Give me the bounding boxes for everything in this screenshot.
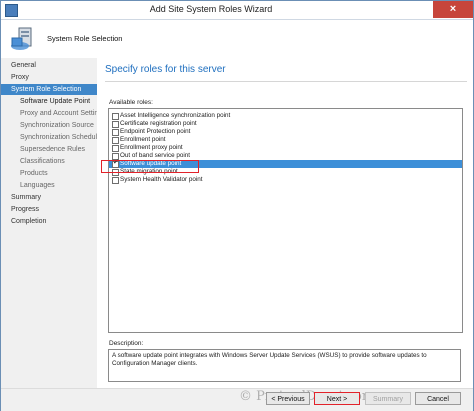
nav-item-languages[interactable]: Languages (1, 180, 97, 191)
nav-item-sync-schedule[interactable]: Synchronization Schedule (1, 132, 97, 143)
role-label: Certificate registration point (120, 120, 197, 127)
header-title: System Role Selection (47, 34, 123, 43)
role-label: System Health Validator point (120, 176, 203, 183)
content-pane: Specify roles for this server Available … (97, 58, 473, 388)
role-item-enrollment-proxy[interactable]: Enrollment proxy point (109, 144, 462, 152)
role-label: Enrollment proxy point (120, 144, 183, 151)
role-item-system-health-validator[interactable]: System Health Validator point (109, 176, 462, 184)
wizard-footer: © PrajwalDesai.com < Previous Next > Sum… (1, 388, 473, 411)
nav-item-system-role-selection[interactable]: System Role Selection (1, 84, 97, 95)
role-checkbox[interactable] (112, 121, 119, 128)
next-button[interactable]: Next > (314, 392, 360, 405)
role-checkbox[interactable] (112, 113, 119, 120)
window-title: Add Site System Roles Wizard (149, 4, 273, 14)
role-item-certificate-registration[interactable]: Certificate registration point (109, 120, 462, 128)
nav-item-summary[interactable]: Summary (1, 192, 97, 203)
role-checkbox[interactable] (112, 137, 119, 144)
role-item-out-of-band[interactable]: Out of band service point (109, 152, 462, 160)
role-label: Enrollment point (120, 136, 166, 143)
wizard-nav: General Proxy System Role Selection Soft… (1, 58, 97, 388)
cancel-button[interactable]: Cancel (415, 392, 461, 405)
available-roles-label: Available roles: (109, 99, 153, 106)
role-checkbox[interactable] (112, 145, 119, 152)
roles-list[interactable]: Asset Intelligence synchronization point… (108, 108, 463, 333)
nav-item-progress[interactable]: Progress (1, 204, 97, 215)
role-item-enrollment-point[interactable]: Enrollment point (109, 136, 462, 144)
previous-button[interactable]: < Previous (266, 392, 310, 405)
description-box: A software update point integrates with … (108, 349, 461, 382)
close-button[interactable]: × (433, 1, 473, 18)
role-label: Out of band service point (120, 152, 191, 159)
page-heading: Specify roles for this server (105, 64, 226, 75)
nav-item-classifications[interactable]: Classifications (1, 156, 97, 167)
nav-item-completion[interactable]: Completion (1, 216, 97, 227)
wizard-header: System Role Selection (1, 20, 473, 59)
nav-item-general[interactable]: General (1, 60, 97, 71)
title-bar: Add Site System Roles Wizard × (1, 1, 473, 20)
heading-divider (105, 81, 467, 82)
role-checkbox[interactable] (112, 129, 119, 136)
annotation-highlight-box (101, 160, 199, 173)
summary-button[interactable]: Summary (365, 392, 411, 405)
role-item-endpoint-protection[interactable]: Endpoint Protection point (109, 128, 462, 136)
nav-item-supersedence-rules[interactable]: Supersedence Rules (1, 144, 97, 155)
role-label: Asset Intelligence synchronization point (120, 112, 231, 119)
nav-item-sync-source[interactable]: Synchronization Source (1, 120, 97, 131)
description-label: Description: (109, 340, 144, 347)
nav-item-software-update-point[interactable]: Software Update Point (1, 96, 97, 107)
nav-item-proxy-account-settings[interactable]: Proxy and Account Settin (1, 108, 97, 119)
role-checkbox[interactable] (112, 177, 119, 184)
role-label: Endpoint Protection point (120, 128, 191, 135)
wizard-window: Add Site System Roles Wizard × System Ro… (0, 0, 474, 411)
role-item-asset-intelligence[interactable]: Asset Intelligence synchronization point (109, 112, 462, 120)
nav-item-proxy[interactable]: Proxy (1, 72, 97, 83)
server-icon (11, 27, 32, 50)
nav-item-products[interactable]: Products (1, 168, 97, 179)
